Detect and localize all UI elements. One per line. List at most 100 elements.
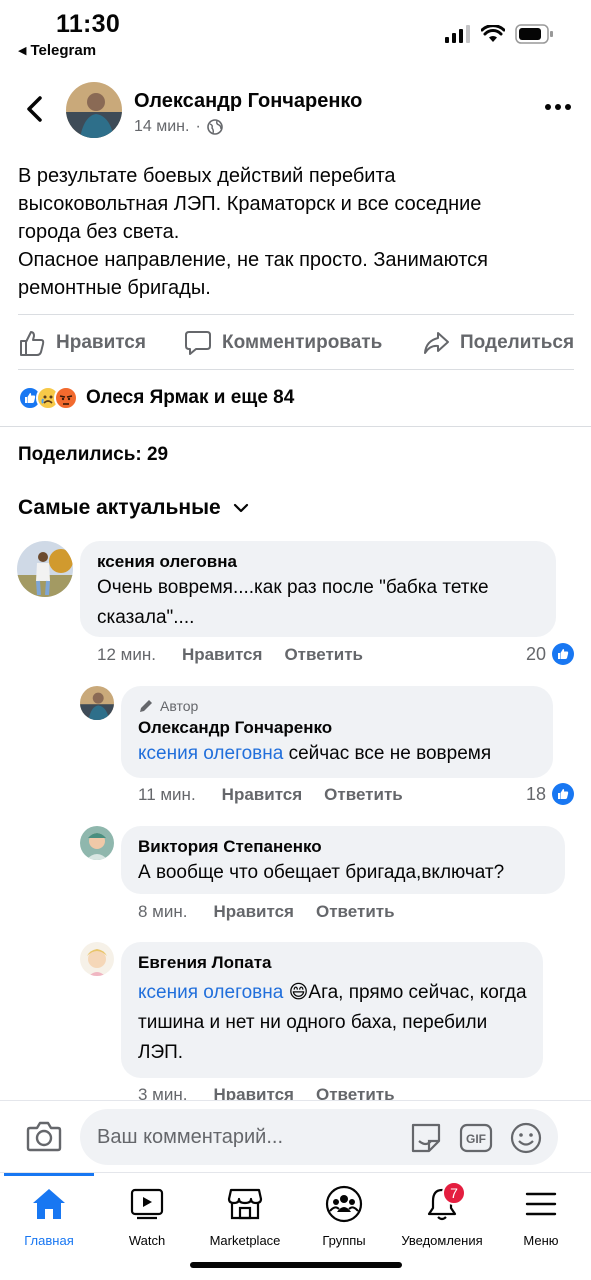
post-header: Олександр Гончаренко 14 мин. ·	[0, 76, 591, 146]
angry-icon	[54, 386, 78, 410]
commenter-name[interactable]: Евгения Лопата	[138, 952, 527, 974]
more-options-icon[interactable]	[545, 104, 571, 110]
like-icon	[552, 783, 574, 805]
author-badge-label: Автор	[160, 698, 199, 714]
commenter-avatar[interactable]	[80, 942, 114, 976]
reaction-icons	[18, 386, 78, 410]
like-count: 18	[525, 783, 546, 804]
comment-bubble[interactable]: Автор Олександр Гончаренко ксения олегов…	[121, 686, 553, 778]
grinning-emoji-icon: 😄	[288, 982, 309, 1003]
mention-link[interactable]: ксения олеговна	[138, 743, 283, 764]
comment-composer: GIF	[0, 1100, 591, 1172]
like-count: 20	[525, 643, 546, 664]
comment-button[interactable]: Комментировать	[184, 329, 382, 357]
post-author-name[interactable]: Олександр Гончаренко	[134, 90, 362, 113]
comment-reply-button[interactable]: Ответить	[316, 902, 395, 922]
comment-bubble[interactable]: ксения олеговна Очень вовремя....как раз…	[80, 541, 556, 637]
meta-separator: ·	[195, 118, 201, 135]
pen-icon	[140, 700, 152, 712]
like-label: Нравится	[56, 332, 146, 353]
comment-time: 8 мин.	[138, 902, 188, 921]
tab-label: Главная	[24, 1233, 74, 1248]
comment-bubble-icon	[185, 331, 211, 355]
section-divider	[0, 426, 591, 427]
marketplace-icon	[227, 1188, 263, 1220]
tab-menu[interactable]: Меню	[491, 1185, 591, 1248]
post-action-bar: Нравится Комментировать Поделиться	[18, 314, 574, 370]
commenter-name[interactable]: ксения олеговна	[97, 551, 540, 573]
watch-icon	[130, 1188, 164, 1220]
comment-like-count[interactable]: 18	[526, 783, 574, 805]
tab-label: Marketplace	[209, 1233, 281, 1248]
emoji-icon[interactable]	[509, 1121, 543, 1155]
post-line: высоковольтная ЛЭП. Краматорск и все сос…	[18, 193, 482, 215]
like-button[interactable]: Нравится	[18, 329, 146, 357]
comment-text: Очень вовремя....как раз после "бабка те…	[97, 577, 489, 628]
post-line: Опасное направление, не так просто. Зани…	[18, 249, 488, 271]
thumbs-up-icon	[20, 331, 45, 356]
reactions-text: Олеся Ярмак и еще 84	[86, 387, 295, 408]
chevron-down-icon	[233, 503, 248, 513]
comment-time: 11 мин.	[138, 785, 196, 804]
post-time[interactable]: 14 мин.	[134, 118, 189, 136]
post-line: ремонтные бригады.	[18, 277, 211, 299]
tab-label: Меню	[523, 1233, 559, 1248]
comment-time: 12 мин.	[97, 645, 156, 664]
comment-reply-button[interactable]: Ответить	[324, 785, 403, 805]
commenter-avatar[interactable]	[17, 541, 73, 597]
share-button[interactable]: Поделиться	[422, 329, 574, 357]
tab-groups[interactable]: Группы	[294, 1185, 394, 1248]
comment-like-count[interactable]: 20	[526, 643, 574, 665]
like-icon	[552, 643, 574, 665]
comment-like-button[interactable]: Нравится	[222, 785, 303, 805]
battery-icon	[515, 24, 553, 44]
commenter-avatar[interactable]	[80, 826, 114, 860]
back-arrow-icon[interactable]	[22, 94, 48, 124]
sticker-icon[interactable]	[409, 1121, 443, 1155]
notification-count-badge: 7	[442, 1181, 466, 1205]
tab-watch[interactable]: Watch	[97, 1185, 197, 1248]
home-icon	[33, 1189, 65, 1219]
mention-link[interactable]: ксения олеговна	[138, 982, 283, 1003]
comment-text: А вообще что обещает бригада,включат?	[138, 862, 505, 883]
post-meta: 14 мин. ·	[134, 118, 223, 136]
commenter-avatar[interactable]	[80, 686, 114, 720]
wifi-icon	[481, 25, 505, 42]
comment-meta: 8 мин. Нравится Ответить	[138, 902, 417, 922]
tab-marketplace[interactable]: Marketplace	[195, 1185, 295, 1248]
comment-text-body: сейчас все не вовремя	[283, 743, 492, 764]
commenter-name[interactable]: Олександр Гончаренко	[138, 717, 537, 739]
comment-label: Комментировать	[222, 332, 383, 353]
post-line: В результате боевых действий перебита	[18, 165, 396, 187]
author-avatar[interactable]	[66, 82, 122, 138]
post-line: города без света.	[18, 221, 180, 243]
comment-like-button[interactable]: Нравится	[182, 645, 263, 665]
tab-label: Watch	[128, 1233, 166, 1248]
share-label: Поделиться	[460, 332, 575, 353]
comment-bubble[interactable]: Виктория Степаненко А вообще что обещает…	[121, 826, 565, 894]
back-to-telegram[interactable]: ◀ Telegram	[18, 42, 96, 59]
back-triangle-icon: ◀	[18, 45, 27, 57]
status-time: 11:30	[56, 10, 121, 38]
comment-bubble[interactable]: Евгения Лопата ксения олеговна 😄Ага, пря…	[121, 942, 543, 1078]
active-tab-indicator	[4, 1173, 94, 1176]
tab-label: Группы	[322, 1233, 366, 1248]
tab-label: Уведомления	[401, 1233, 483, 1248]
comment-reply-button[interactable]: Ответить	[284, 645, 363, 665]
shares-count[interactable]: Поделились: 29	[18, 444, 168, 466]
post-body: В результате боевых действий перебита вы…	[18, 162, 578, 302]
system-icons	[445, 24, 553, 44]
reactions-summary[interactable]: Олеся Ярмак и еще 84	[18, 386, 294, 410]
commenter-name[interactable]: Виктория Степаненко	[138, 836, 549, 858]
svg-text:GIF: GIF	[466, 1132, 486, 1146]
tab-home[interactable]: Главная	[0, 1185, 99, 1248]
public-globe-icon	[206, 119, 223, 135]
tab-notifications[interactable]: 7 Уведомления	[392, 1181, 492, 1248]
camera-icon[interactable]	[26, 1119, 62, 1153]
gif-icon[interactable]: GIF	[459, 1123, 493, 1153]
comment-sort-selector[interactable]: Самые актуальные	[18, 496, 249, 520]
sort-label: Самые актуальные	[18, 496, 221, 519]
comment-text: ксения олеговна сейчас все не вовремя	[138, 739, 537, 769]
comment-like-button[interactable]: Нравится	[213, 902, 294, 922]
comment-text: ксения олеговна 😄Ага, прямо сейчас, когд…	[138, 978, 527, 1068]
